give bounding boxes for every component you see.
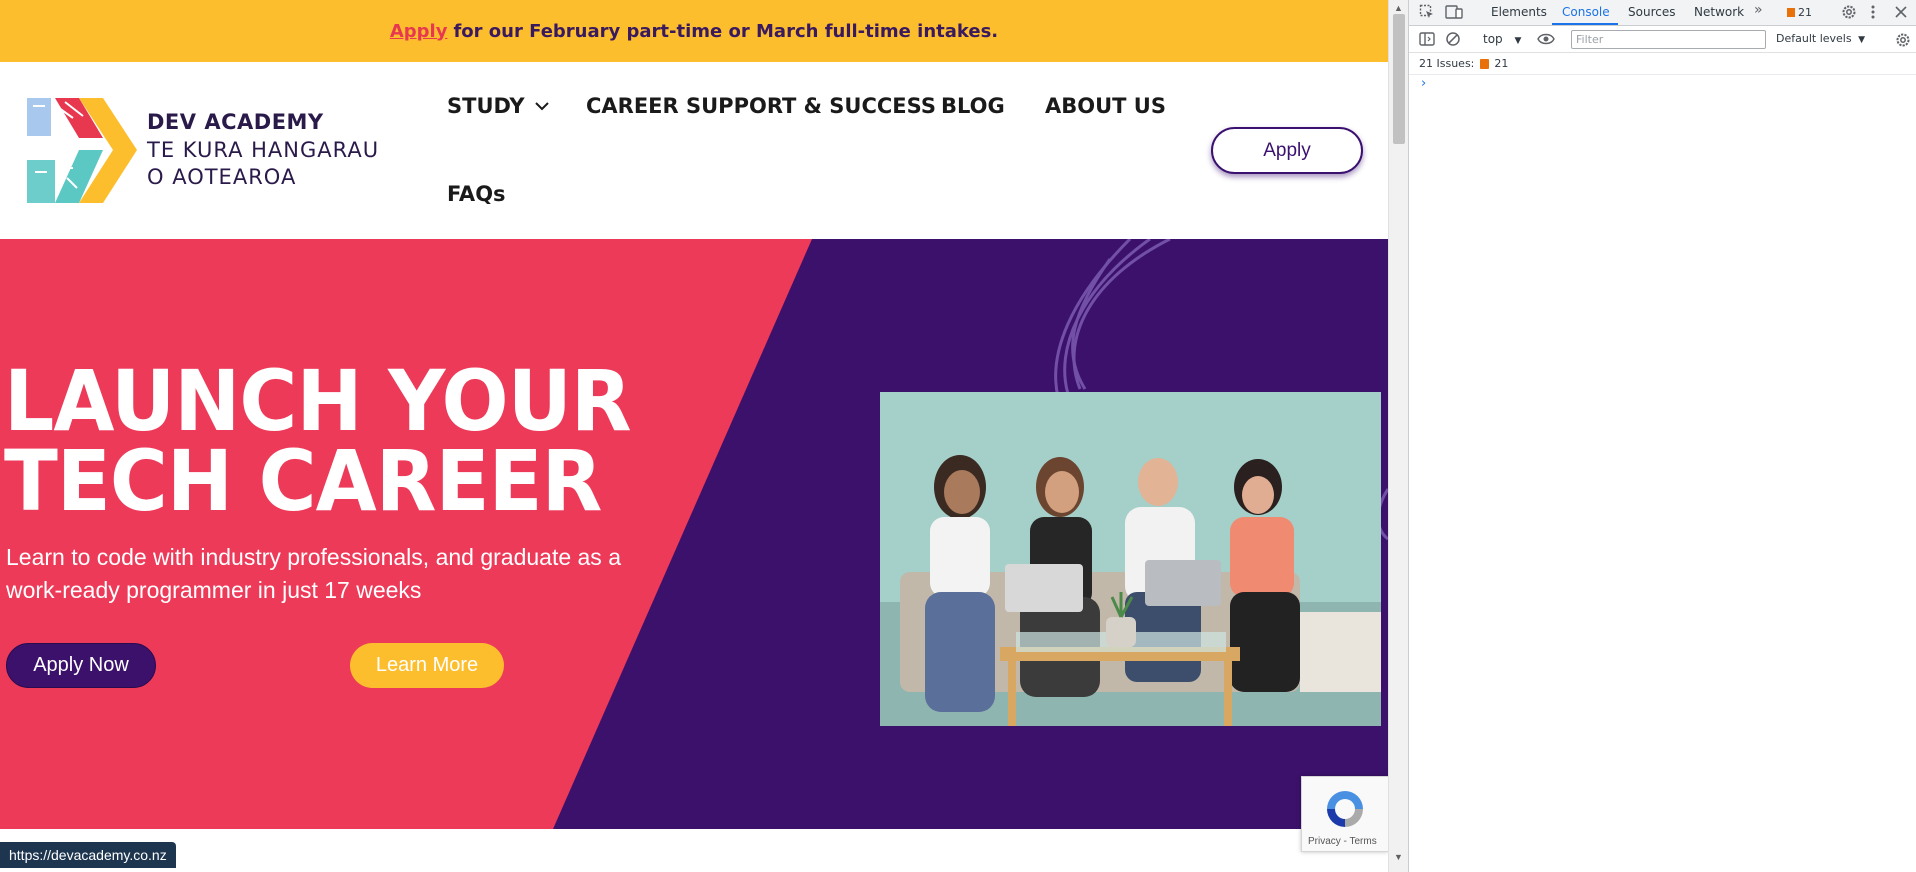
eye-icon[interactable]	[1537, 32, 1555, 46]
active-tab-indicator	[1552, 23, 1618, 25]
promo-apply-link[interactable]: Apply	[390, 21, 448, 42]
devtools-tab-elements[interactable]: Elements	[1491, 5, 1547, 19]
context-selector[interactable]: top ▼	[1483, 32, 1521, 46]
more-tabs-icon[interactable]: »	[1754, 2, 1763, 18]
hero-title-line1: LAUNCH YOUR	[4, 352, 632, 450]
recaptcha-privacy-terms[interactable]: Privacy - Terms	[1308, 836, 1377, 847]
devtools-tab-console[interactable]: Console	[1562, 5, 1610, 19]
chevron-down-icon	[534, 101, 549, 110]
learn-more-button[interactable]: Learn More	[350, 643, 504, 688]
website-viewport: Apply for our February part-time or Marc…	[0, 0, 1388, 872]
brand-maori-line2: O AOTEAROA	[147, 165, 297, 189]
scroll-down-icon[interactable]: ▼	[1394, 852, 1403, 862]
recaptcha-badge[interactable]: Privacy - Terms	[1301, 776, 1388, 852]
hero-section: LAUNCH YOUR TECH CAREER Learn to code wi…	[0, 239, 1388, 829]
devtools-panel: Elements Console Sources Network » 21 to…	[1408, 0, 1916, 872]
nav-faqs[interactable]: FAQs	[447, 182, 506, 206]
promo-message: for our February part-time or March full…	[453, 20, 999, 42]
nav-study-label: STUDY	[447, 94, 525, 118]
hero-subtitle: Learn to code with industry professional…	[6, 544, 621, 603]
console-divider	[1409, 74, 1916, 75]
console-settings-icon[interactable]	[1895, 32, 1911, 48]
console-filter-input[interactable]	[1571, 30, 1766, 49]
nav-blog[interactable]: BLOG	[941, 94, 1005, 118]
dropdown-arrow-icon: ▼	[1514, 36, 1522, 46]
hero-title-line2: TECH CAREER	[4, 432, 602, 530]
page-scrollbar[interactable]: ▲ ▼	[1388, 0, 1408, 872]
sidebar-toggle-icon[interactable]	[1419, 32, 1435, 46]
brand-name: DEV ACADEMY	[147, 110, 324, 134]
students-photo	[880, 392, 1381, 726]
scroll-up-icon[interactable]: ▲	[1394, 3, 1403, 13]
status-bar-url: https://devacademy.co.nz	[0, 842, 176, 868]
clear-console-icon[interactable]	[1445, 31, 1461, 47]
device-toolbar-icon[interactable]	[1445, 4, 1463, 20]
context-selector-value: top	[1483, 32, 1503, 46]
header-apply-button[interactable]: Apply	[1211, 127, 1363, 174]
issues-summary[interactable]: 21 Issues: 21	[1419, 57, 1508, 70]
brand-maori-line1: TE KURA HANGARAU	[147, 138, 380, 162]
recaptcha-icon	[1327, 791, 1363, 827]
log-levels-dropdown[interactable]: Default levels ▼	[1776, 32, 1865, 45]
apply-now-button[interactable]: Apply Now	[6, 643, 156, 688]
issue-warning-icon	[1480, 58, 1490, 69]
dropdown-arrow-icon: ▼	[1858, 35, 1865, 45]
inspect-element-icon[interactable]	[1419, 4, 1435, 20]
log-levels-value: Default levels	[1776, 32, 1852, 45]
dev-academy-logo-icon[interactable]	[27, 98, 137, 203]
issues-badge-count: 21	[1798, 6, 1812, 19]
issues-label: 21 Issues:	[1419, 57, 1475, 70]
promo-bar: Apply for our February part-time or Marc…	[0, 0, 1388, 62]
issues-badge[interactable]: 21	[1787, 6, 1812, 19]
nav-career-support[interactable]: CAREER SUPPORT & SUCCESS	[586, 94, 936, 118]
settings-gear-icon[interactable]	[1841, 4, 1857, 20]
nav-about-us[interactable]: ABOUT US	[1045, 94, 1166, 118]
nav-study[interactable]: STUDY	[447, 94, 549, 118]
close-icon[interactable]	[1895, 6, 1907, 18]
issue-warning-icon	[1787, 8, 1795, 17]
console-toolbar: top ▼ Default levels ▼	[1409, 27, 1916, 53]
console-prompt[interactable]: ›	[1421, 76, 1426, 91]
devtools-tab-sources[interactable]: Sources	[1628, 5, 1675, 19]
scrollbar-thumb[interactable]	[1393, 14, 1405, 144]
issues-count: 21	[1494, 57, 1509, 70]
devtools-tab-network[interactable]: Network	[1694, 5, 1744, 19]
kebab-menu-icon[interactable]	[1870, 4, 1876, 20]
devtools-tab-bar: Elements Console Sources Network » 21	[1409, 0, 1916, 26]
site-header: DEV ACADEMY TE KURA HANGARAU O AOTEAROA …	[0, 62, 1388, 239]
